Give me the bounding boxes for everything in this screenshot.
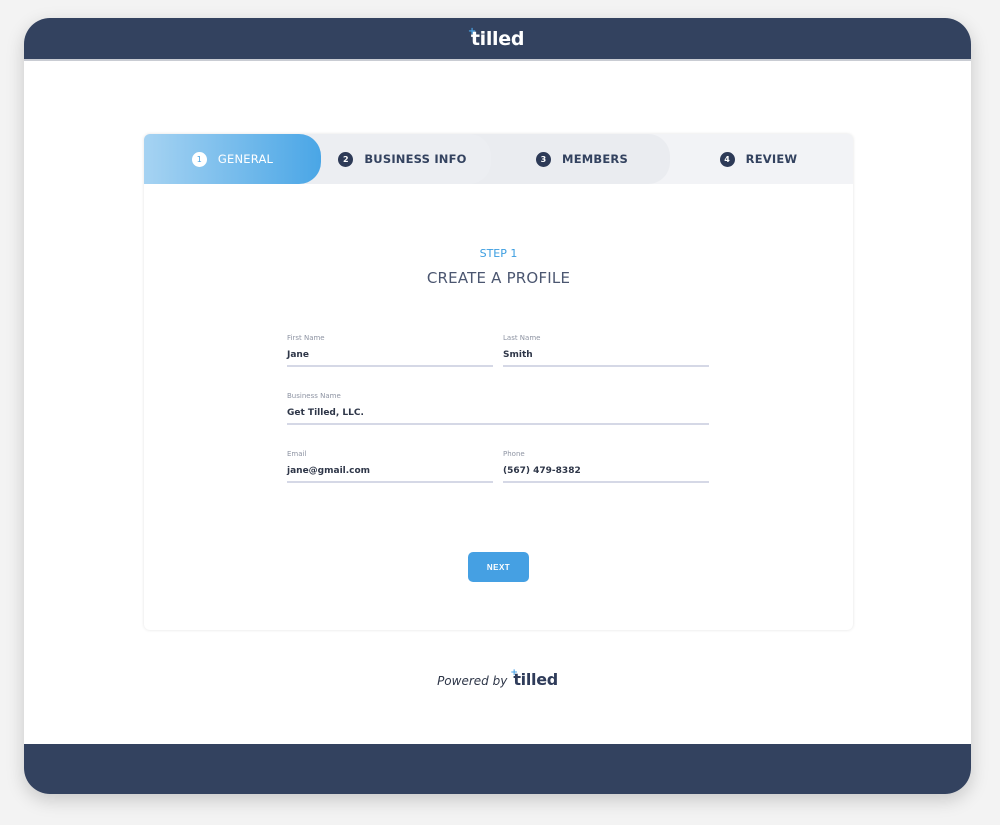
field-value[interactable]: jane@gmail.com: [287, 466, 493, 476]
page-title: CREATE A PROFILE: [426, 269, 571, 287]
last-name-field[interactable]: Last Name Smith: [503, 334, 709, 367]
step-label: GENERAL: [217, 152, 274, 166]
field-value[interactable]: Smith: [503, 350, 709, 360]
business-name-field[interactable]: Business Name Get Tilled, LLC.: [287, 392, 709, 425]
field-label: Business Name: [287, 392, 341, 400]
logo-plus-icon: +: [467, 25, 476, 37]
logo-text: tilled: [513, 670, 558, 689]
field-label: Last Name: [503, 334, 541, 342]
first-name-field[interactable]: First Name Jane: [287, 334, 493, 367]
powered-by-text: Powered by: [437, 674, 508, 688]
onboarding-card: 1 GENERAL 2 BUSINESS INFO 3 MEMBERS 4 RE…: [144, 134, 853, 630]
step-label: BUSINESS INFO: [364, 152, 467, 166]
step-number-badge: 4: [719, 151, 735, 167]
step-members[interactable]: 3 MEMBERS: [464, 134, 670, 184]
bottom-bar: [24, 744, 971, 794]
stepper: 1 GENERAL 2 BUSINESS INFO 3 MEMBERS 4 RE…: [144, 134, 853, 184]
step-number-badge: 3: [536, 151, 552, 167]
step-general[interactable]: 1 GENERAL: [144, 134, 321, 184]
step-number-badge: 1: [191, 151, 207, 167]
field-value[interactable]: Get Tilled, LLC.: [287, 408, 709, 418]
step-label: MEMBERS: [562, 152, 628, 166]
step-label: REVIEW: [745, 152, 798, 166]
tilled-footer-logo: + tilled: [510, 668, 558, 689]
field-label: First Name: [287, 334, 325, 342]
field-value[interactable]: (567) 479-8382: [503, 466, 709, 476]
logo-plus-icon: +: [510, 668, 518, 678]
field-label: Email: [287, 450, 307, 458]
phone-field[interactable]: Phone (567) 479-8382: [503, 450, 709, 483]
app-window: + tilled 1 GENERAL 2 BUSINESS INFO 3 MEM…: [24, 18, 971, 794]
logo-text: tilled: [470, 27, 525, 50]
field-label: Phone: [503, 450, 525, 458]
email-field[interactable]: Email jane@gmail.com: [287, 450, 493, 483]
step-indicator: STEP 1: [479, 247, 518, 260]
top-bar: + tilled: [24, 18, 971, 61]
field-value[interactable]: Jane: [287, 350, 493, 360]
powered-by: Powered by + tilled: [24, 668, 971, 689]
step-number-badge: 2: [338, 151, 354, 167]
next-button[interactable]: NEXT: [468, 552, 529, 582]
tilled-logo: + tilled: [467, 25, 525, 50]
step-business-info[interactable]: 2 BUSINESS INFO: [294, 134, 491, 184]
step-review[interactable]: 4 REVIEW: [644, 134, 853, 184]
